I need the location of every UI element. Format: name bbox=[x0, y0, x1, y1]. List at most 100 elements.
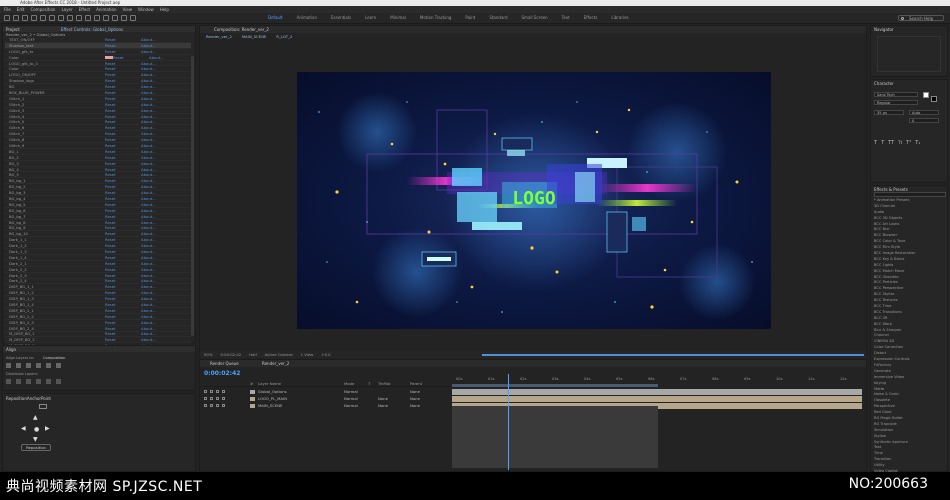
font-style-select[interactable]: Regular bbox=[874, 100, 918, 105]
reset-link[interactable]: Reset bbox=[105, 143, 141, 148]
tab-align[interactable]: Align bbox=[6, 347, 16, 352]
menu-effect[interactable]: Effect bbox=[79, 7, 91, 12]
reset-link[interactable]: Reset bbox=[105, 84, 141, 89]
font-family-select[interactable]: Sans Tech bbox=[874, 92, 918, 97]
visibility-eye-icon[interactable] bbox=[204, 404, 207, 407]
layer-parent-select[interactable]: None bbox=[410, 389, 420, 394]
pen-tool-icon[interactable] bbox=[76, 15, 82, 21]
tab-effect-controls[interactable]: Effect Controls: Global_Options bbox=[61, 27, 123, 32]
faux-italic-icon[interactable]: T bbox=[881, 140, 884, 146]
about-link[interactable]: About... bbox=[141, 196, 181, 201]
about-link[interactable]: About... bbox=[141, 202, 181, 207]
reset-link[interactable]: Reset bbox=[105, 320, 141, 325]
arrow-left-icon[interactable]: ◀ bbox=[21, 425, 26, 432]
about-link[interactable]: About... bbox=[141, 208, 181, 213]
selection-tool-icon[interactable] bbox=[13, 15, 19, 21]
reset-link[interactable]: Reset bbox=[105, 108, 141, 113]
breadcrumb-item[interactable]: MAIN_SCENE bbox=[242, 34, 266, 39]
reset-link[interactable]: Reset bbox=[105, 37, 141, 42]
workspace-text[interactable]: Text bbox=[562, 15, 570, 20]
reset-link[interactable]: Reset bbox=[105, 114, 141, 119]
about-link[interactable]: About... bbox=[141, 108, 181, 113]
align-middle-icon[interactable] bbox=[46, 363, 51, 368]
small-caps-icon[interactable]: Tt bbox=[898, 140, 902, 146]
about-link[interactable]: About... bbox=[141, 278, 181, 283]
reset-link[interactable]: Reset bbox=[105, 225, 141, 230]
label-color-swatch[interactable] bbox=[250, 390, 255, 394]
about-link[interactable]: About... bbox=[141, 102, 181, 107]
rotate-tool-icon[interactable] bbox=[40, 15, 46, 21]
about-link[interactable]: About... bbox=[141, 90, 181, 95]
layer-parent-select[interactable]: None bbox=[410, 403, 420, 408]
time-ruler[interactable]: 00s 01s 02s 03s 04s 05s 06s 07s 08s 09s 10s 11s 12s bbox=[452, 374, 862, 384]
lock-icon[interactable] bbox=[222, 390, 225, 393]
distribute-bottom-icon[interactable] bbox=[26, 379, 31, 384]
reset-link[interactable]: Reset bbox=[105, 284, 141, 289]
eraser-tool-icon[interactable] bbox=[112, 15, 118, 21]
brush-tool-icon[interactable] bbox=[94, 15, 100, 21]
about-link[interactable]: About... bbox=[141, 37, 181, 42]
about-link[interactable]: About... bbox=[141, 125, 181, 130]
about-link[interactable]: About... bbox=[141, 66, 181, 71]
reset-link[interactable]: Reset bbox=[105, 155, 141, 160]
about-link[interactable]: About... bbox=[141, 237, 181, 242]
workspace-essentials[interactable]: Essentials bbox=[331, 15, 351, 20]
workspace-small-screen[interactable]: Small Screen bbox=[522, 15, 548, 20]
solo-icon[interactable] bbox=[216, 397, 219, 400]
center-dot-icon[interactable]: ● bbox=[34, 426, 39, 433]
about-link[interactable]: About... bbox=[149, 55, 189, 60]
scrollbar[interactable] bbox=[191, 56, 194, 336]
reset-link[interactable]: Reset bbox=[105, 161, 141, 166]
audio-icon[interactable] bbox=[210, 390, 213, 393]
workspace-default[interactable]: Default bbox=[268, 15, 283, 20]
visibility-eye-icon[interactable] bbox=[204, 397, 207, 400]
viewer-timecode[interactable]: 0:00:02:42 bbox=[220, 352, 241, 357]
about-link[interactable]: About... bbox=[141, 296, 181, 301]
align-to-select[interactable]: Composition bbox=[43, 356, 65, 360]
reset-link[interactable]: Reset bbox=[105, 184, 141, 189]
about-link[interactable]: About... bbox=[141, 337, 181, 342]
reset-link[interactable]: Reset bbox=[105, 296, 141, 301]
clone-tool-icon[interactable] bbox=[103, 15, 109, 21]
tab-render-ver-2[interactable]: Render_ver_2 bbox=[262, 361, 289, 366]
about-link[interactable]: About... bbox=[141, 61, 181, 66]
about-link[interactable]: About... bbox=[141, 308, 181, 313]
leading-input[interactable]: Auto bbox=[909, 110, 939, 115]
about-link[interactable]: About... bbox=[141, 261, 181, 266]
about-link[interactable]: About... bbox=[141, 96, 181, 101]
reset-link[interactable]: Reset bbox=[105, 172, 141, 177]
layer-row[interactable]: Global_Options Normal None bbox=[200, 389, 450, 395]
about-link[interactable]: About... bbox=[141, 331, 181, 336]
reset-link[interactable]: Reset bbox=[105, 243, 141, 248]
layer-duration-bar[interactable] bbox=[452, 396, 862, 402]
layer-mode-select[interactable]: Normal bbox=[344, 403, 358, 408]
visibility-eye-icon[interactable] bbox=[204, 390, 207, 393]
layer-mode-select[interactable]: Normal bbox=[344, 396, 358, 401]
reset-link[interactable]: Reset bbox=[105, 290, 141, 295]
arrow-down-icon[interactable]: ▼ bbox=[33, 436, 38, 443]
reset-link[interactable]: Reset bbox=[105, 96, 141, 101]
reset-link[interactable]: Reset bbox=[105, 137, 141, 142]
workspace-minimal[interactable]: Minimal bbox=[390, 15, 406, 20]
layer-trkmat-select[interactable]: None bbox=[378, 396, 388, 401]
workspace-standard[interactable]: Standard bbox=[489, 15, 507, 20]
reset-link[interactable]: Reset bbox=[105, 149, 141, 154]
layer-parent-select[interactable]: None bbox=[410, 396, 420, 401]
reset-link[interactable]: Reset bbox=[105, 331, 141, 336]
camera-select[interactable]: Active Camera bbox=[265, 352, 293, 357]
tab-composition[interactable]: Composition: Render_ver_2 bbox=[214, 27, 269, 32]
hand-tool-icon[interactable] bbox=[22, 15, 28, 21]
reset-link[interactable]: Reset bbox=[105, 119, 141, 124]
stroke-color-swatch[interactable] bbox=[931, 96, 937, 102]
about-link[interactable]: About... bbox=[141, 267, 181, 272]
roto-tool-icon[interactable] bbox=[121, 15, 127, 21]
home-tool-icon[interactable] bbox=[4, 15, 10, 21]
reset-link[interactable]: Reset bbox=[113, 55, 149, 60]
subscript-icon[interactable]: T₁ bbox=[915, 140, 920, 146]
anchor-frame-icon[interactable] bbox=[39, 404, 47, 409]
align-bottom-icon[interactable] bbox=[56, 363, 61, 368]
layer-mode-select[interactable]: Normal bbox=[344, 389, 358, 394]
about-link[interactable]: About... bbox=[141, 137, 181, 142]
reset-link[interactable]: Reset bbox=[105, 66, 141, 71]
reset-link[interactable]: Reset bbox=[105, 337, 141, 342]
